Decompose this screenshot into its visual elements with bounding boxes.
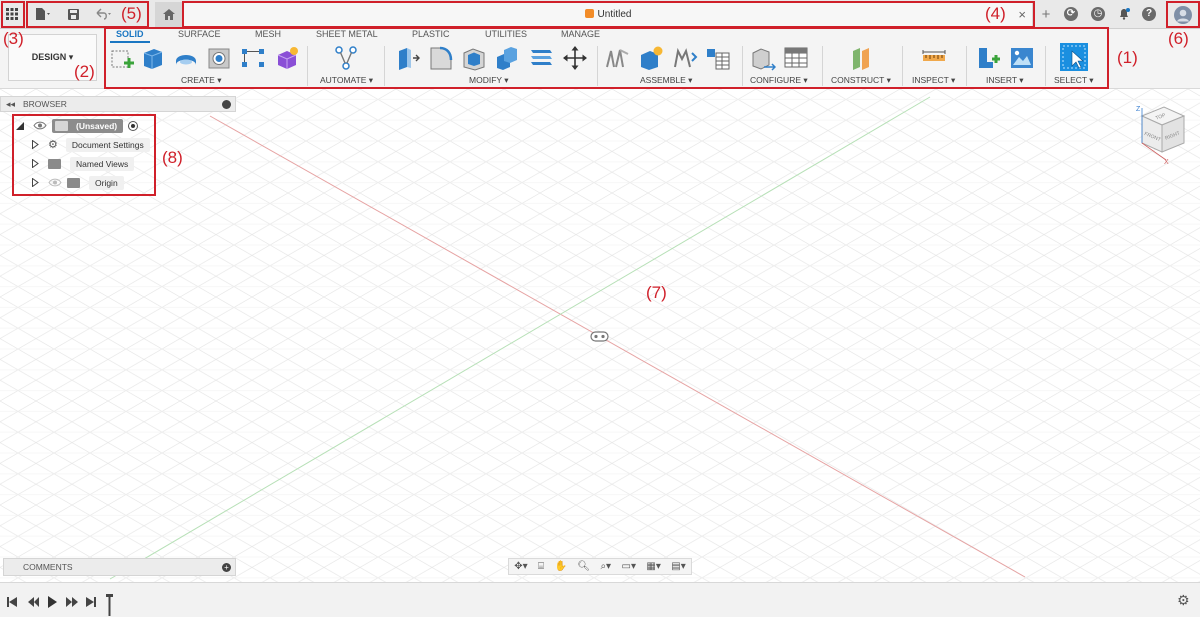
annotation-box-document-tab [182,1,1035,28]
home-tab[interactable] [155,2,182,27]
timeline-marker[interactable] [106,594,113,616]
job-status-icon[interactable]: ⟳ [1063,4,1079,24]
navigation-bar: ✥▾ ⌸ ✋ 🔍︎ ⌕▾ ▭▾ ▦▾ ▤▾ [508,558,692,575]
home-icon [162,9,175,20]
browser-toggle-icon[interactable] [222,100,231,109]
viewcube-x-label: X [1164,159,1169,166]
pan-icon[interactable]: ✋ [554,561,566,572]
clock-icon[interactable]: ◷ [1090,4,1106,24]
viewports-icon[interactable]: ▤▾ [671,561,685,572]
annotation-box-quick-access [1,1,25,28]
callout-3: (3) [3,29,24,48]
play-icon[interactable] [48,596,57,608]
comments-panel[interactable]: COMMENTS + [3,558,236,576]
annotation-box-profile [1166,1,1200,28]
step-forward-icon[interactable] [66,597,78,607]
step-back-icon[interactable] [28,597,39,607]
settings-icon[interactable]: ⚙ [1177,592,1190,609]
origin-marker [590,331,609,342]
browser-title: BROWSER [23,99,67,109]
callout-7: (7) [646,283,667,302]
callout-1: (1) [1117,48,1138,67]
help-icon[interactable]: ? [1141,4,1157,24]
timeline-controls [7,594,113,616]
add-comment-icon[interactable]: + [222,563,231,572]
timeline: ⚙ [0,582,1200,617]
display-settings-icon[interactable]: ▭▾ [622,561,636,572]
orbit-icon[interactable]: ✥▾ [514,561,527,572]
viewcube[interactable]: TOP FRONT RIGHT Z X [1128,102,1188,166]
grid-settings-icon[interactable]: ▦▾ [646,561,660,572]
notification-icon[interactable] [1116,4,1132,24]
zoom-window-icon[interactable]: ⌕▾ [600,561,611,572]
look-at-icon[interactable]: ⌸ [538,561,544,572]
comments-title: COMMENTS [23,562,73,572]
zoom-icon[interactable]: 🔍︎ [577,561,590,572]
browser-header: ◂◂ BROWSER [0,96,236,112]
annotation-box-toolbar [104,27,1109,89]
go-to-start-icon[interactable] [7,597,17,607]
go-to-end-icon[interactable] [86,597,96,607]
add-icon[interactable]: + [1038,4,1054,24]
callout-6: (6) [1168,29,1189,48]
callout-2: (2) [74,62,95,81]
annotation-box-browser-tree [12,114,156,196]
callout-4: (4) [985,4,1006,23]
callout-8: (8) [162,148,183,167]
collapse-browser-icon[interactable]: ◂◂ [6,99,15,110]
callout-5: (5) [121,4,142,23]
viewcube-z-label: Z [1136,106,1141,113]
